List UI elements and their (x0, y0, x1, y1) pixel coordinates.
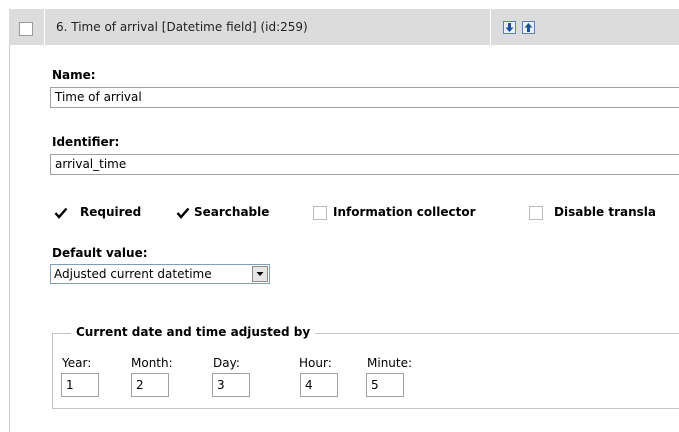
searchable-checkbox[interactable] (176, 206, 190, 220)
searchable-label: Searchable (194, 205, 270, 219)
arrow-down-icon (505, 23, 514, 32)
attribute-header: 6. Time of arrival [Datetime field] (id:… (9, 9, 679, 45)
chevron-down-icon (256, 272, 264, 276)
select-attribute-checkbox[interactable] (19, 22, 33, 36)
month-label: Month: (131, 356, 173, 370)
arrow-up-icon (524, 23, 533, 32)
default-value-select[interactable]: Adjusted current datetime (50, 264, 270, 284)
month-input[interactable]: 2 (131, 373, 169, 397)
move-down-button[interactable] (503, 21, 516, 34)
disable-translation-label: Disable transla (554, 205, 656, 219)
minute-label: Minute: (367, 356, 413, 370)
day-label: Day: (213, 356, 240, 370)
default-value-selected: Adjusted current datetime (54, 267, 212, 281)
move-up-button[interactable] (522, 21, 535, 34)
year-label: Year: (62, 356, 92, 370)
required-label: Required (80, 205, 142, 219)
required-checkbox[interactable] (54, 206, 68, 220)
day-input[interactable]: 3 (212, 373, 250, 397)
identifier-input[interactable]: arrival_time (50, 154, 679, 175)
attribute-title: 6. Time of arrival [Datetime field] (id:… (56, 20, 308, 34)
checkmark-icon (54, 207, 68, 219)
adjustment-fieldset (52, 333, 679, 409)
dropdown-button[interactable] (252, 266, 268, 282)
hour-input[interactable]: 4 (300, 373, 338, 397)
identifier-label: Identifier: (52, 135, 120, 149)
checkmark-icon (176, 207, 190, 219)
minute-input[interactable]: 5 (366, 373, 404, 397)
select-cell (9, 9, 45, 45)
disable-translation-checkbox[interactable] (529, 206, 543, 220)
information-collector-checkbox[interactable] (313, 206, 327, 220)
information-collector-label: Information collector (333, 205, 476, 219)
name-input[interactable]: Time of arrival (50, 87, 679, 108)
adjustment-legend: Current date and time adjusted by (71, 325, 316, 339)
header-divider (490, 9, 491, 45)
year-input[interactable]: 1 (61, 373, 99, 397)
hour-label: Hour: (299, 356, 332, 370)
default-value-label: Default value: (52, 246, 148, 260)
name-label: Name: (52, 68, 96, 82)
